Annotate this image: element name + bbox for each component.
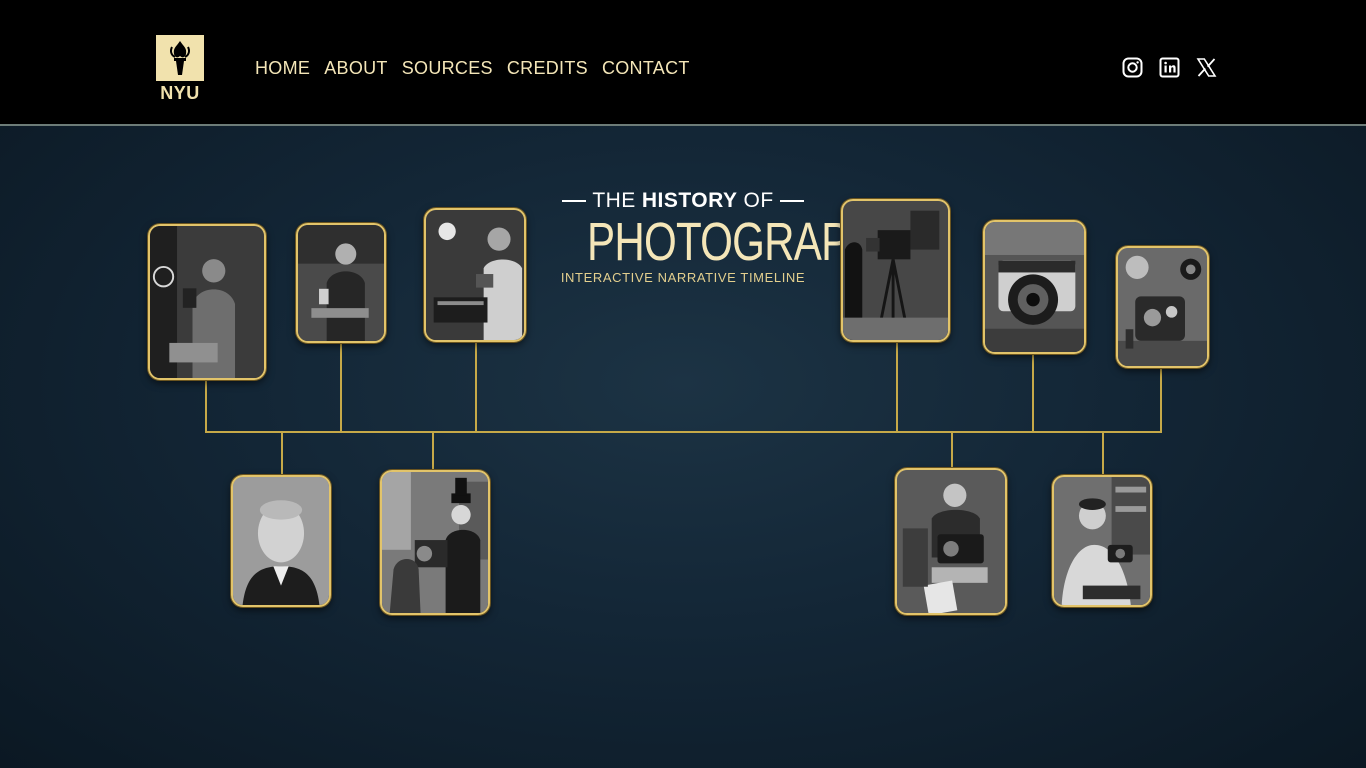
timeline-stage: THE HISTORY OF PHOTOGRAPHY INTERACTIVE N… bbox=[0, 126, 1366, 768]
timeline-card-chemist[interactable] bbox=[296, 223, 386, 343]
title-main: PHOTOGRAPHY bbox=[587, 212, 906, 272]
nav-contact[interactable]: CONTACT bbox=[602, 58, 690, 78]
x-icon[interactable] bbox=[1196, 57, 1217, 78]
timeline-card-portrait[interactable] bbox=[231, 475, 331, 607]
timeline-card-studio-camera[interactable] bbox=[841, 199, 950, 342]
timeline-card-instant-camera[interactable] bbox=[895, 468, 1007, 615]
title-post: OF bbox=[743, 189, 774, 212]
title-top-line: THE HISTORY OF bbox=[560, 188, 806, 214]
title-subtitle: INTERACTIVE NARRATIVE TIMELINE bbox=[560, 270, 806, 285]
timeline-card-photographer[interactable] bbox=[1052, 475, 1152, 607]
nav-credits[interactable]: CREDITS bbox=[507, 58, 588, 78]
connector-line bbox=[1032, 354, 1034, 432]
timeline-card-victorian-desk[interactable] bbox=[424, 208, 526, 342]
instagram-icon[interactable] bbox=[1122, 57, 1143, 78]
timeline-card-street-camera[interactable] bbox=[380, 470, 490, 615]
connector-line bbox=[951, 432, 953, 468]
connector-line bbox=[205, 380, 207, 432]
nav-sources[interactable]: SOURCES bbox=[402, 58, 493, 78]
title-pre: THE bbox=[592, 189, 636, 212]
connector-line bbox=[896, 342, 898, 432]
timeline-main-line bbox=[205, 431, 1162, 433]
connector-line bbox=[1102, 432, 1104, 475]
connector-line bbox=[281, 432, 283, 475]
nav-about[interactable]: ABOUT bbox=[324, 58, 388, 78]
connector-line bbox=[475, 342, 477, 432]
timeline-card-digital-camera[interactable] bbox=[1116, 246, 1209, 368]
torch-icon bbox=[156, 35, 204, 81]
social-links bbox=[1122, 57, 1217, 78]
linkedin-icon[interactable] bbox=[1159, 57, 1180, 78]
connector-line bbox=[432, 432, 434, 470]
connector-line bbox=[1160, 368, 1162, 432]
title-highlight: HISTORY bbox=[641, 189, 738, 212]
connector-line bbox=[340, 343, 342, 432]
nav-home[interactable]: HOME bbox=[255, 58, 310, 78]
main-nav: HOME ABOUT SOURCES CREDITS CONTACT bbox=[255, 58, 690, 78]
page-title: THE HISTORY OF PHOTOGRAPHY INTERACTIVE N… bbox=[560, 188, 906, 285]
nyu-logo[interactable]: NYU bbox=[156, 35, 204, 103]
logo-text: NYU bbox=[160, 83, 200, 103]
site-header: NYU HOME ABOUT SOURCES CREDITS CONTACT bbox=[0, 0, 1366, 126]
timeline-card-rangefinder[interactable] bbox=[983, 220, 1086, 354]
timeline-card-camera-obscura[interactable] bbox=[148, 224, 266, 380]
